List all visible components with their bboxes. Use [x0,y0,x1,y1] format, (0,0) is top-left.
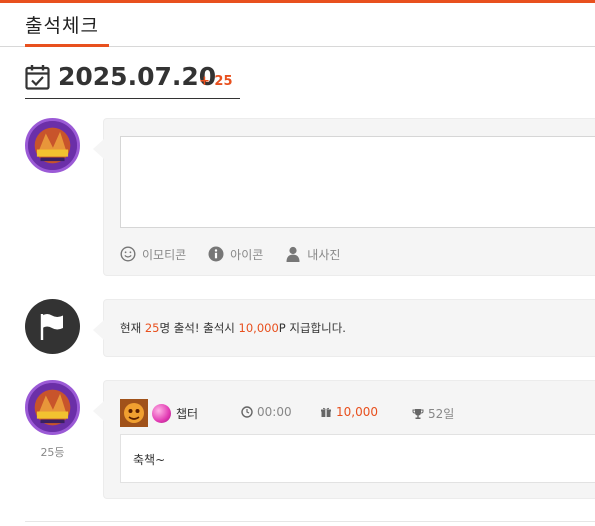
person-icon [286,246,300,262]
streak-days: 52일 [412,405,454,422]
section-divider [25,521,595,522]
emoticon-button[interactable]: 이모티콘 [120,246,186,263]
icon-label: 아이콘 [230,247,264,262]
calendar-check-icon[interactable] [25,64,50,90]
date-row: 2025.07.20 + 25 [25,62,240,99]
trophy-icon [412,408,424,419]
page-header: 출석체크 [0,3,595,47]
rank-label: 25등 [40,446,65,459]
info-icon [208,246,224,262]
compose-card: 이모티콘 아이콘 내사진 [93,118,595,276]
comment-input[interactable] [120,136,595,228]
entry-message: 축책~ [133,453,166,467]
entry-message-box: 축책~ [120,434,595,483]
emoticon-label: 이모티콘 [142,247,187,262]
username[interactable]: 챕터 [176,405,198,422]
attendance-count: + 25 [199,74,233,89]
my-photo-button[interactable]: 내사진 [285,246,340,263]
earned-points: 10,000 [320,405,378,419]
my-avatar [25,118,80,173]
my-photo-label: 내사진 [307,247,341,262]
page-title: 출석체크 [25,15,99,37]
attendance-date: 2025.07.20 [58,62,217,91]
gift-icon [321,407,331,417]
user-level-icon [120,399,148,427]
check-time: 00:00 [241,405,292,419]
clock-icon [241,406,253,418]
reward-points: 10,000 [238,321,279,335]
attendance-entry-card: 챕터 00:00 10,000 52일 축책~ [93,380,595,499]
notice-card: 현재 25명 출석! 출석시 10,000P 지급합니다. [93,299,595,357]
user-avatar[interactable] [25,380,80,435]
flag-icon [25,299,80,354]
gem-icon [152,404,171,423]
attendance-notice: 현재 25명 출석! 출석시 10,000P 지급합니다. [120,321,346,335]
compose-toolbar: 이모티콘 아이콘 내사진 [120,244,362,264]
icon-button[interactable]: 아이콘 [208,246,263,263]
entry-meta: 챕터 00:00 10,000 52일 [120,399,595,427]
active-tab-indicator [25,44,109,47]
attendee-count: 25 [144,321,160,335]
smile-icon [120,246,136,262]
